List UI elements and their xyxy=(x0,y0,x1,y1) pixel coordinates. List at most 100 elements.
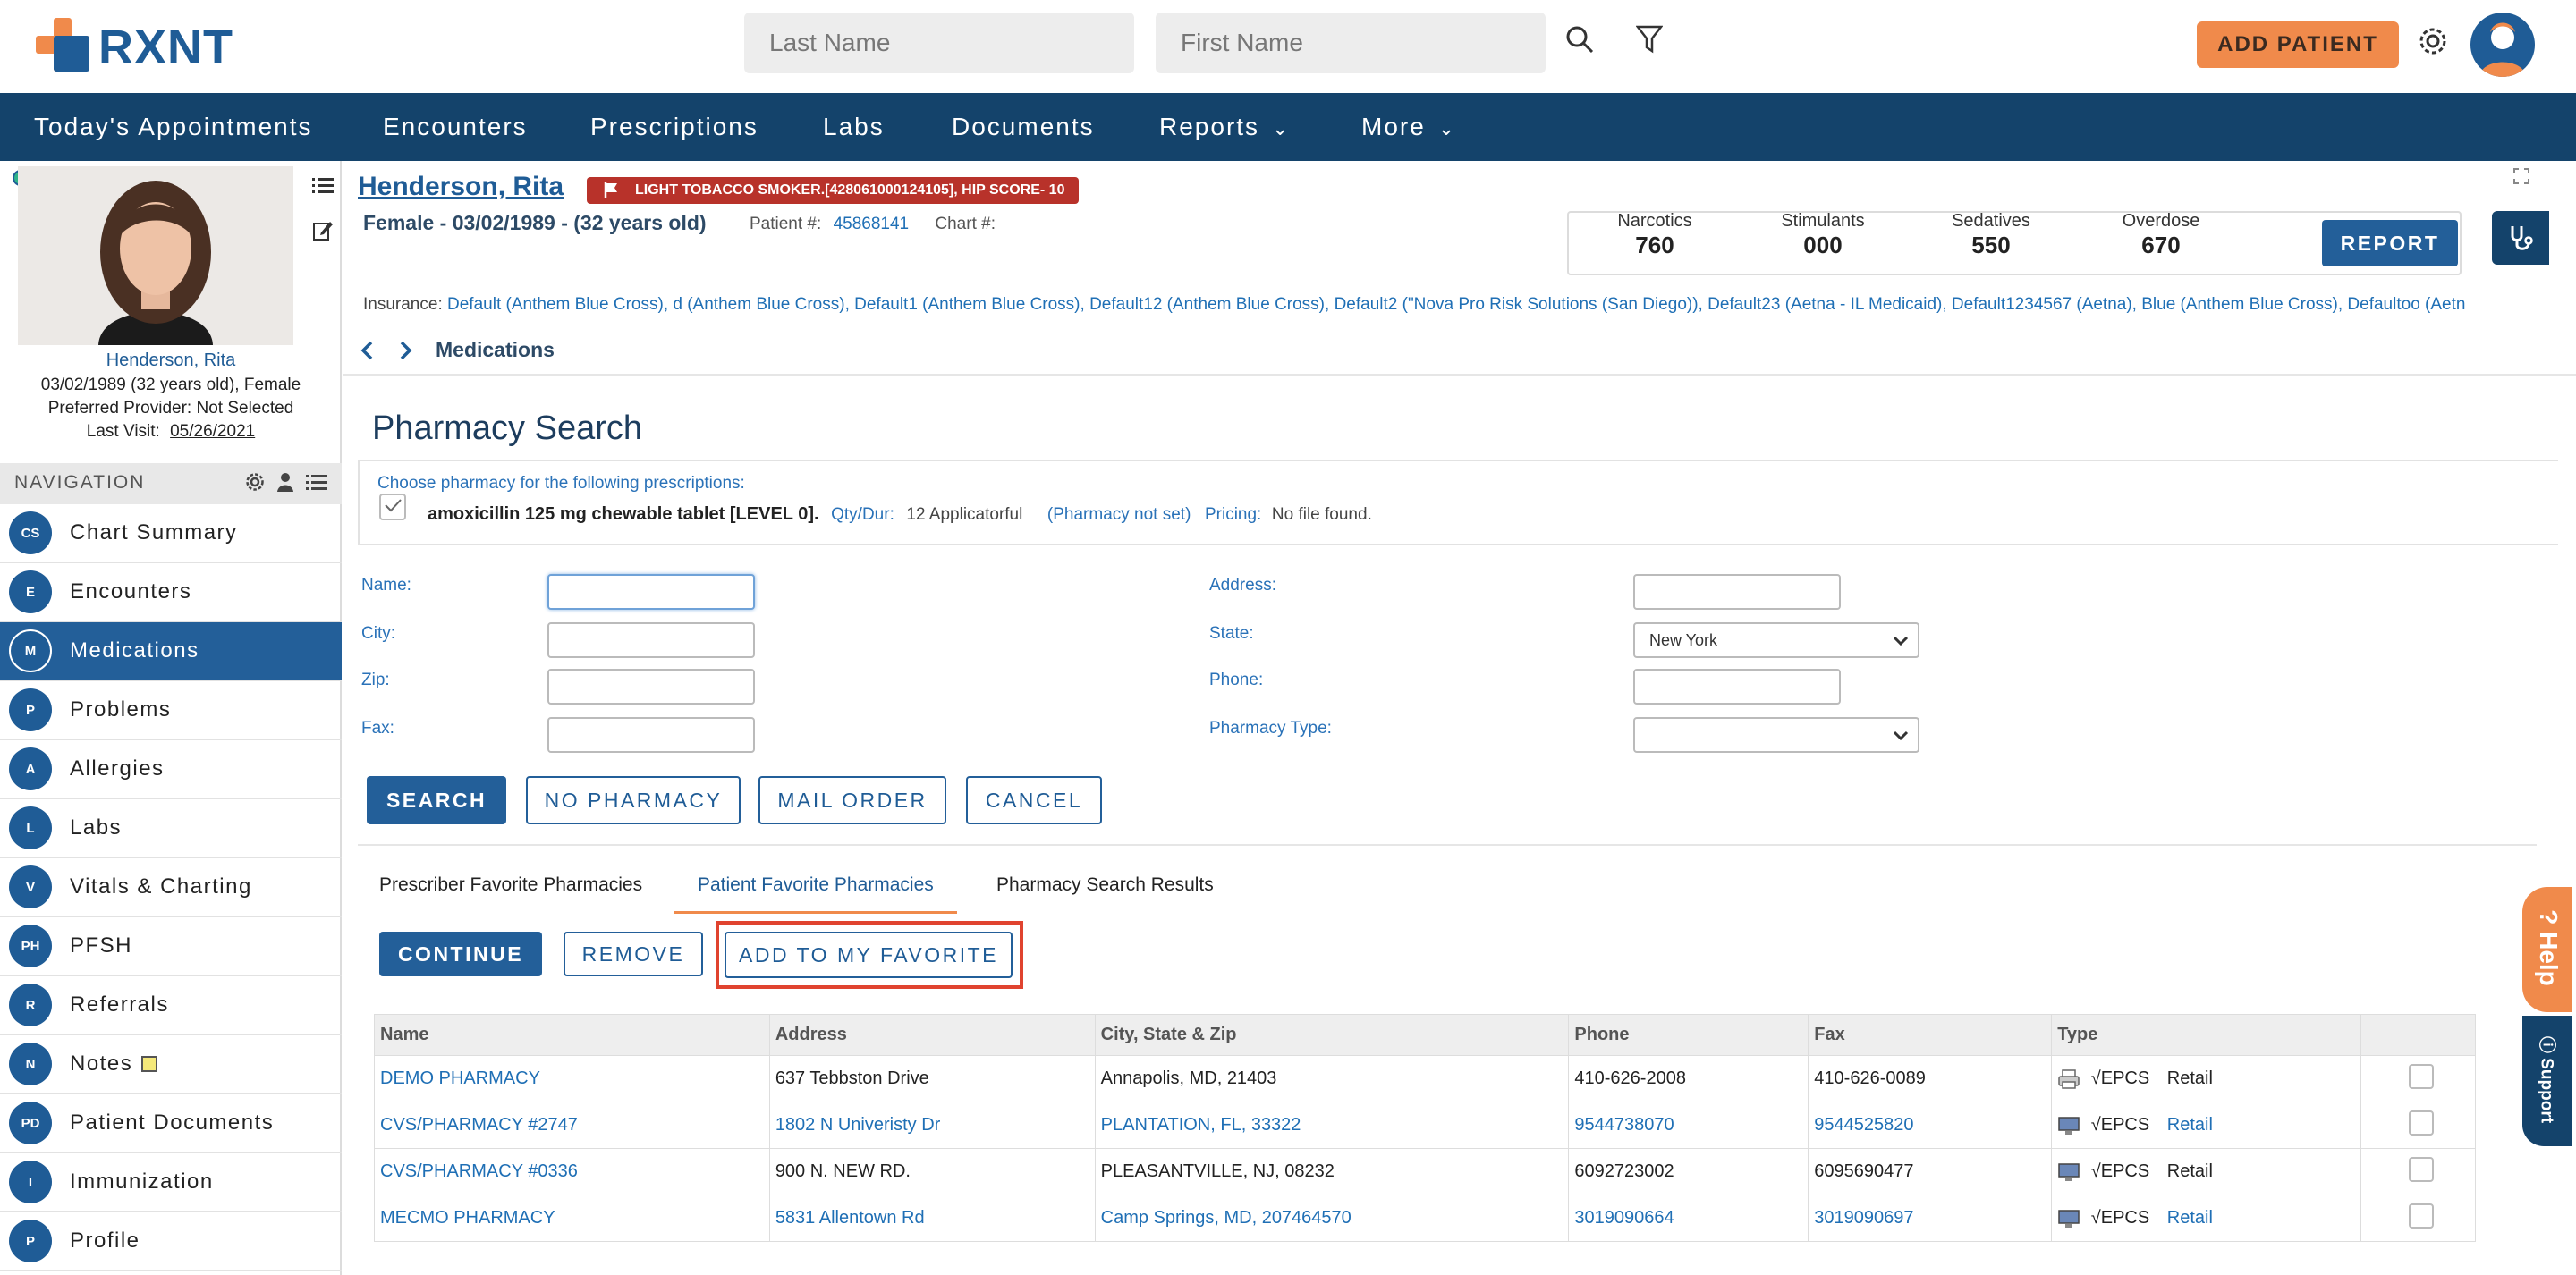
insurance-list[interactable]: Default (Anthem Blue Cross), d (Anthem B… xyxy=(447,295,2465,314)
sidebar-item-profile[interactable]: P Profile xyxy=(0,1212,342,1271)
score-value: 550 xyxy=(1971,232,2011,258)
cancel-button[interactable]: CANCEL xyxy=(966,776,1102,824)
address-input[interactable] xyxy=(1633,574,1841,610)
edit-icon[interactable] xyxy=(309,218,336,243)
col-type[interactable]: Type xyxy=(2051,1014,2362,1056)
sidebar-item-pfsh[interactable]: PH PFSH xyxy=(0,917,342,976)
add-to-favorite-button[interactable]: ADD TO MY FAVORITE xyxy=(724,932,1013,978)
tab-prescriber-favorites[interactable]: Prescriber Favorite Pharmacies xyxy=(379,874,642,896)
sidebar-item-vitals[interactable]: V Vitals & Charting xyxy=(0,858,342,917)
tab-search-results[interactable]: Pharmacy Search Results xyxy=(996,874,1214,896)
col-phone[interactable]: Phone xyxy=(1568,1014,1809,1056)
pharmacy-name-link[interactable]: CVS/PHARMACY #0336 xyxy=(374,1148,770,1195)
table-row[interactable]: MECMO PHARMACY 5831 Allentown Rd Camp Sp… xyxy=(374,1195,2476,1242)
table-row[interactable]: CVS/PHARMACY #2747 1802 N Univeristy Dr … xyxy=(374,1102,2476,1149)
col-fax[interactable]: Fax xyxy=(1808,1014,2053,1056)
row-checkbox[interactable] xyxy=(2408,1063,2434,1089)
col-city[interactable]: City, State & Zip xyxy=(1094,1014,1570,1056)
gear-icon[interactable] xyxy=(2415,23,2451,59)
logo-text: RXNT xyxy=(98,21,233,74)
help-tab[interactable]: ? Help xyxy=(2522,887,2572,1012)
pharmacy-name-link[interactable]: CVS/PHARMACY #2747 xyxy=(374,1102,770,1149)
first-name-input[interactable] xyxy=(1156,13,1546,73)
sidebar-item-notes[interactable]: N Notes xyxy=(0,1035,342,1094)
sidebar-item-problems[interactable]: P Problems xyxy=(0,681,342,740)
prescription-panel xyxy=(358,460,2558,545)
sidebar-item-encounters[interactable]: E Encounters xyxy=(0,563,342,622)
last-visit-label: Last Visit: xyxy=(86,422,160,441)
back-arrow-icon[interactable] xyxy=(360,340,377,365)
pharmacy-name-link[interactable]: MECMO PHARMACY xyxy=(374,1195,770,1242)
no-pharmacy-button[interactable]: NO PHARMACY xyxy=(526,776,741,824)
col-address[interactable]: Address xyxy=(768,1014,1096,1056)
fax-input[interactable] xyxy=(547,717,755,753)
filter-icon[interactable] xyxy=(1631,21,1667,57)
prescription-checkbox[interactable] xyxy=(379,494,406,520)
city-input[interactable] xyxy=(547,622,755,658)
sidebar-item-immunization[interactable]: I Immunization xyxy=(0,1153,342,1212)
list-icon[interactable] xyxy=(309,175,336,197)
last-name-input[interactable] xyxy=(744,13,1134,73)
nav-reports[interactable]: Reports ⌄ xyxy=(1159,93,1290,161)
patient-name-header[interactable]: Henderson, Rita xyxy=(358,172,564,202)
sidebar-item-chart-summary[interactable]: CS Chart Summary xyxy=(0,504,342,563)
sidebar-item-referrals[interactable]: R Referrals xyxy=(0,976,342,1035)
expand-icon[interactable] xyxy=(2513,168,2531,186)
user-avatar[interactable] xyxy=(2470,13,2535,77)
sidebar-item-labs[interactable]: L Labs xyxy=(0,799,342,858)
search-icon[interactable] xyxy=(1562,21,1597,57)
continue-button[interactable]: CONTINUE xyxy=(379,932,542,976)
address-label: Address: xyxy=(1209,576,1276,595)
sidebar-item-medications[interactable]: M Medications xyxy=(0,622,342,681)
sidebar-item-patient-documents[interactable]: PD Patient Documents xyxy=(0,1094,342,1153)
sidebar-item-allergies[interactable]: A Allergies xyxy=(0,740,342,799)
support-tab[interactable]: ⓘ Support xyxy=(2522,1016,2572,1146)
sidebar-item-label: Problems xyxy=(70,697,172,722)
pharmacy-type-select[interactable] xyxy=(1633,717,1919,753)
pharmacy-address: 637 Tebbston Drive xyxy=(768,1055,1096,1102)
rxnt-logo[interactable]: RXNT xyxy=(34,16,275,74)
zip-input[interactable] xyxy=(547,669,755,705)
patient-name-link[interactable]: Henderson, Rita xyxy=(0,350,342,371)
nav-labs[interactable]: Labs xyxy=(823,93,885,161)
nav-prescriptions[interactable]: Prescriptions xyxy=(590,93,758,161)
patient-number-value[interactable]: 45868141 xyxy=(834,215,910,233)
tab-patient-favorites[interactable]: Patient Favorite Pharmacies xyxy=(674,864,957,914)
nav-encounters[interactable]: Encounters xyxy=(383,93,528,161)
settings-gear-icon[interactable] xyxy=(245,472,265,497)
last-visit-date[interactable]: 05/26/2021 xyxy=(170,422,255,441)
qty-label: Qty/Dur: xyxy=(831,505,894,524)
nav-more[interactable]: More ⌄ xyxy=(1361,93,1456,161)
help-label: ? Help xyxy=(2534,890,2563,1006)
table-row[interactable]: DEMO PHARMACY 637 Tebbston Drive Annapol… xyxy=(374,1055,2476,1102)
nav-todays-appointments[interactable]: Today's Appointments xyxy=(34,93,313,161)
table-header-row: Name Address City, State & Zip Phone Fax… xyxy=(374,1014,2476,1056)
add-patient-button[interactable]: ADD PATIENT xyxy=(2197,21,2399,68)
phone-input[interactable] xyxy=(1633,669,1841,705)
report-button[interactable]: REPORT xyxy=(2322,220,2458,266)
mail-order-button[interactable]: MAIL ORDER xyxy=(758,776,946,824)
list-view-icon[interactable] xyxy=(306,474,327,497)
pharmacy-fax: 410-626-0089 xyxy=(1808,1055,2053,1102)
stethoscope-icon[interactable] xyxy=(2492,211,2549,265)
nav-documents[interactable]: Documents xyxy=(952,93,1095,161)
row-checkbox[interactable] xyxy=(2408,1156,2434,1182)
forward-arrow-icon[interactable] xyxy=(399,340,417,365)
pharmacy-type-text: Retail xyxy=(2166,1161,2213,1181)
person-icon[interactable] xyxy=(275,472,295,497)
col-name[interactable]: Name xyxy=(374,1014,770,1056)
pharmacy-city: PLANTATION, FL, 33322 xyxy=(1094,1102,1570,1149)
pharmacy-type-text: Retail xyxy=(2166,1207,2213,1228)
nav-badge: L xyxy=(9,806,52,849)
pharmacy-phone: 410-626-2008 xyxy=(1568,1055,1809,1102)
search-button[interactable]: SEARCH xyxy=(367,776,506,824)
pharmacy-name-input[interactable] xyxy=(547,574,755,610)
state-select[interactable]: New York xyxy=(1633,622,1919,658)
remove-button[interactable]: REMOVE xyxy=(564,932,703,976)
qty-value: 12 Applicatorful xyxy=(906,505,1023,524)
row-checkbox[interactable] xyxy=(2408,1203,2434,1229)
pharmacy-name-link[interactable]: DEMO PHARMACY xyxy=(374,1055,770,1102)
table-row[interactable]: CVS/PHARMACY #0336 900 N. NEW RD. PLEASA… xyxy=(374,1148,2476,1195)
row-checkbox[interactable] xyxy=(2408,1110,2434,1136)
sidebar-item-label: Labs xyxy=(70,815,123,840)
